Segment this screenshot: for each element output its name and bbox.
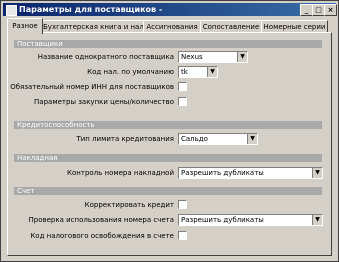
close-button[interactable]: × (324, 4, 337, 16)
duplicate-check-value: Разрешить дубликаты (181, 216, 264, 224)
invoice-number-control-select[interactable]: Разрешить дубликаты ▼ (178, 167, 323, 179)
credit-limit-type-value: Сальдо (181, 135, 208, 143)
invoice-number-control-label: Контроль номера накладной (67, 169, 174, 177)
required-tax-id-checkbox[interactable] (178, 82, 187, 91)
section-account: Счет (14, 187, 322, 195)
vendor-parameters-window: Параметры для поставщиков - _ □ × Разное… (0, 0, 339, 262)
section-vendors: Поставщики (14, 40, 322, 48)
one-time-vendor-name-value: Nexus (181, 53, 203, 61)
tab-misc[interactable]: Разное (7, 18, 43, 34)
tax-exemption-code-checkbox[interactable] (178, 231, 187, 240)
title-bar[interactable]: Параметры для поставщиков - _ □ × (3, 3, 337, 16)
purchase-price-params-checkbox[interactable] (178, 97, 187, 106)
required-tax-id-label: Обязательный номер ИНН для поставщиков (10, 83, 174, 91)
adjust-credit-limit-checkbox[interactable] (178, 200, 187, 209)
tab-panel: Поставщики Название однократного поставщ… (7, 32, 332, 256)
credit-limit-type-select[interactable]: Сальдо ▼ (178, 133, 258, 145)
one-time-vendor-name-label: Название однократного поставщика (37, 53, 174, 61)
adjust-credit-limit-label: Корректировать кредит (84, 201, 174, 209)
section-invoice: Накладная (14, 154, 322, 162)
chevron-down-icon[interactable]: ▼ (247, 134, 257, 144)
chevron-down-icon[interactable]: ▼ (312, 168, 322, 178)
default-code-value: tk (181, 68, 188, 76)
window-title: Параметры для поставщиков - (19, 5, 163, 14)
chevron-down-icon[interactable]: ▼ (312, 215, 322, 225)
default-code-label: Код нал. по умолчанию (87, 68, 174, 76)
app-icon (6, 5, 17, 16)
chevron-down-icon[interactable]: ▼ (207, 67, 217, 77)
invoice-number-control-value: Разрешить дубликаты (181, 169, 264, 177)
chevron-down-icon[interactable]: ▼ (237, 52, 247, 62)
duplicate-check-label: Проверка использования номера счета (28, 216, 174, 224)
section-creditworthiness: Кредитоспособность (14, 121, 322, 129)
purchase-price-params-label: Параметры закупки цены/количество (34, 98, 174, 106)
credit-limit-type-label: Тип лимита кредитования (76, 135, 174, 143)
default-code-select[interactable]: tk ▼ (178, 66, 218, 78)
duplicate-check-select[interactable]: Разрешить дубликаты ▼ (178, 214, 323, 226)
one-time-vendor-name-select[interactable]: Nexus ▼ (178, 51, 248, 63)
tax-exemption-code-label: Код налогового освобождения в счете (30, 232, 174, 240)
